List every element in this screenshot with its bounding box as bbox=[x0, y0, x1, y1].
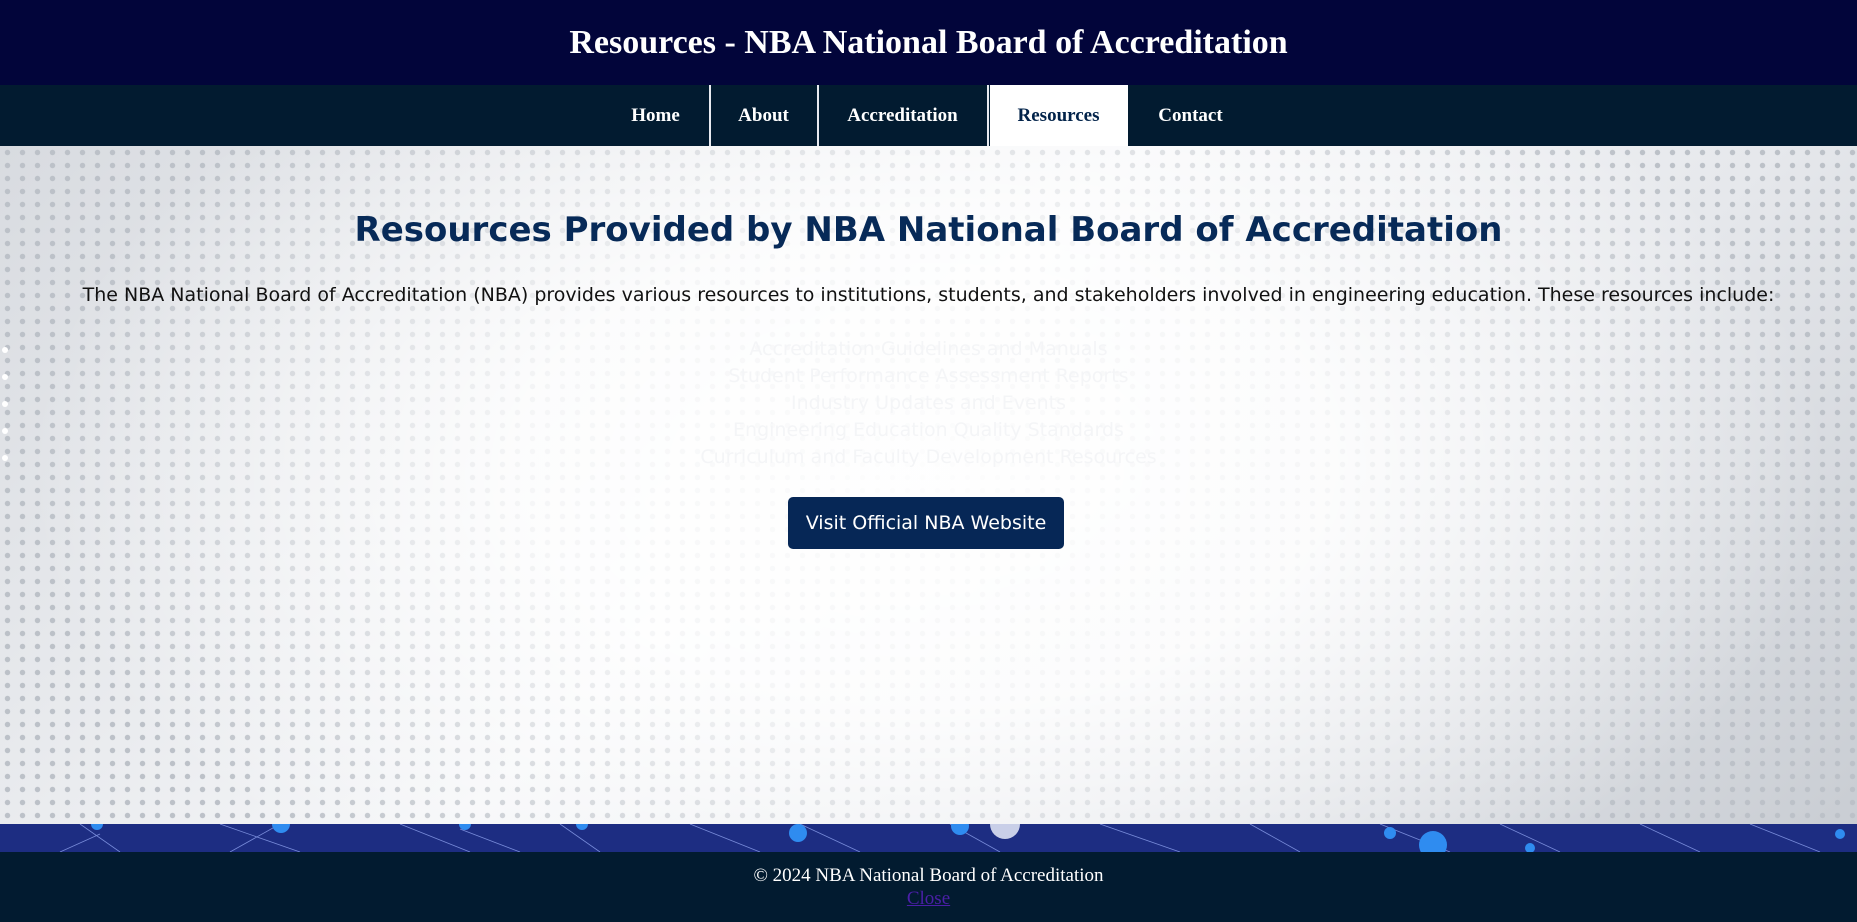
copyright-text: © 2024 NBA National Board of Accreditati… bbox=[753, 865, 1104, 886]
nav-divider bbox=[708, 85, 711, 146]
bullet-icon bbox=[2, 401, 8, 407]
resource-list: Accreditation Guidelines and Manuals Stu… bbox=[0, 336, 1857, 471]
nav-contact[interactable]: Contact bbox=[1128, 85, 1254, 146]
nav-home[interactable]: Home bbox=[604, 85, 708, 146]
page-title: Resources - NBA National Board of Accred… bbox=[569, 23, 1288, 61]
list-item: Engineering Education Quality Standards bbox=[0, 417, 1857, 444]
resource-label: Curriculum and Faculty Development Resou… bbox=[700, 446, 1157, 468]
intro-text: The NBA National Board of Accreditation … bbox=[82, 284, 1775, 306]
network-banner bbox=[0, 824, 1857, 852]
resource-label: Engineering Education Quality Standards bbox=[733, 419, 1124, 441]
bullet-icon bbox=[2, 455, 8, 461]
nav-divider bbox=[816, 85, 819, 146]
main-nav: Home About Accreditation Resources Conta… bbox=[0, 85, 1857, 146]
list-item: Industry Updates and Events bbox=[0, 390, 1857, 417]
visit-website-button[interactable]: Visit Official NBA Website bbox=[788, 497, 1064, 549]
close-link[interactable]: Close bbox=[0, 888, 1857, 910]
main-content: Resources Provided by NBA National Board… bbox=[0, 146, 1857, 824]
nav-divider bbox=[986, 85, 989, 146]
list-item: Curriculum and Faculty Development Resou… bbox=[0, 444, 1857, 471]
nav-resources[interactable]: Resources bbox=[989, 85, 1128, 146]
resource-label: Industry Updates and Events bbox=[790, 392, 1067, 414]
site-footer: © 2024 NBA National Board of Accreditati… bbox=[0, 852, 1857, 922]
bullet-icon bbox=[2, 374, 8, 380]
network-graphic bbox=[59, 824, 1845, 852]
list-item: Accreditation Guidelines and Manuals bbox=[0, 336, 1857, 363]
resource-label: Accreditation Guidelines and Manuals bbox=[749, 338, 1108, 360]
section-heading: Resources Provided by NBA National Board… bbox=[354, 210, 1503, 250]
resource-label: Student Performance Assessment Reports bbox=[728, 365, 1129, 387]
nav-about[interactable]: About bbox=[712, 85, 816, 146]
bullet-icon bbox=[2, 347, 8, 353]
site-header: Resources - NBA National Board of Accred… bbox=[0, 0, 1857, 85]
bullet-icon bbox=[2, 428, 8, 434]
list-item: Student Performance Assessment Reports bbox=[0, 363, 1857, 390]
nav-accreditation[interactable]: Accreditation bbox=[820, 85, 986, 146]
